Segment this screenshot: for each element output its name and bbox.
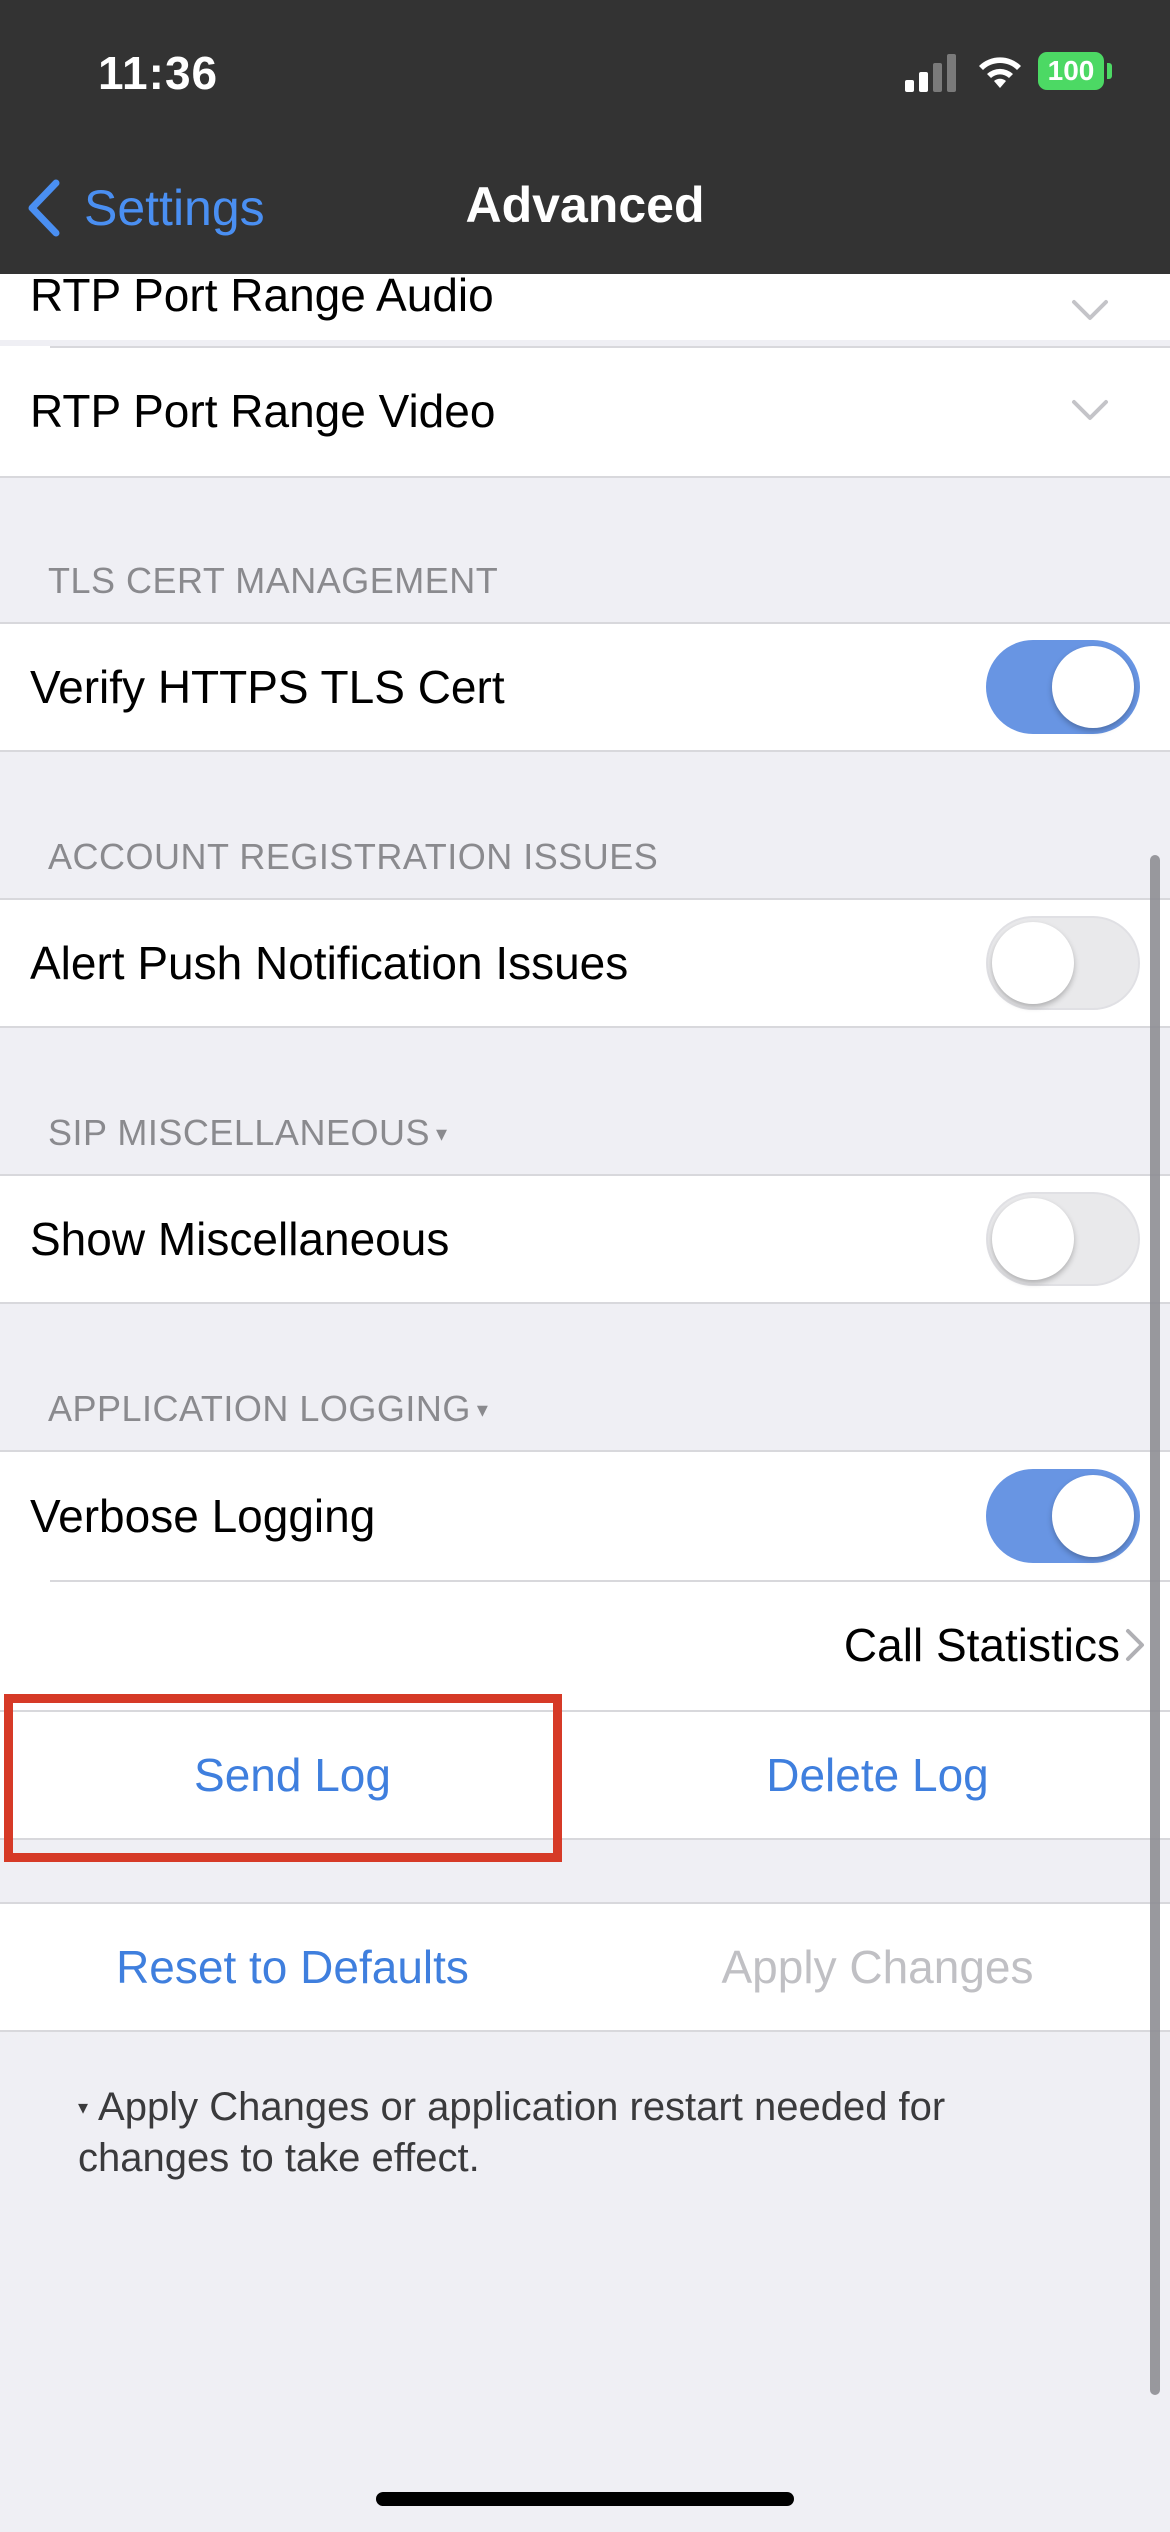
cellular-signal-icon	[905, 54, 957, 92]
toggle-knob	[992, 1198, 1074, 1280]
chevron-down-icon	[1072, 400, 1108, 420]
home-indicator[interactable]	[376, 2492, 794, 2506]
separator	[50, 1580, 1170, 1582]
toggle-knob	[1052, 1475, 1134, 1557]
row-label: RTP Port Range Video	[30, 385, 496, 437]
restart-marker: ▾	[476, 1397, 489, 1422]
row-label: Verbose Logging	[30, 1490, 376, 1542]
toggle-knob	[1052, 646, 1134, 728]
toggle-knob	[992, 922, 1074, 1004]
chevron-down-icon	[1072, 300, 1108, 320]
status-bar: 11:36 100	[0, 0, 1170, 140]
restart-marker: ▾	[78, 2097, 89, 2119]
verbose-logging-toggle[interactable]	[986, 1469, 1140, 1563]
status-time: 11:36	[98, 47, 219, 99]
settings-list[interactable]: RTP Port Range Audio RTP Port Range Vide…	[0, 274, 1170, 2532]
row-rtp-port-range-video[interactable]: RTP Port Range Video	[0, 346, 1170, 478]
scrollbar[interactable]	[1150, 855, 1160, 2395]
section-header-application-logging: APPLICATION LOGGING ▾	[48, 1388, 488, 1430]
battery-tip	[1107, 63, 1112, 79]
verify-tls-toggle[interactable]	[986, 640, 1140, 734]
battery-icon: 100	[1038, 52, 1104, 90]
row-rtp-port-range-audio[interactable]: RTP Port Range Audio	[0, 274, 1170, 340]
row-alert-push-notification-issues[interactable]: Alert Push Notification Issues	[0, 898, 1170, 1028]
section-title: SIP MISCELLANEOUS	[48, 1112, 430, 1153]
show-miscellaneous-toggle[interactable]	[986, 1192, 1140, 1286]
page-title: Advanced	[465, 177, 705, 233]
row-label: RTP Port Range Audio	[30, 274, 494, 321]
chevron-right-icon	[1126, 1629, 1144, 1661]
row-reset-apply: Reset to Defaults Apply Changes	[0, 1902, 1170, 2032]
row-call-statistics[interactable]: Call Statistics	[0, 1580, 1170, 1710]
section-header-account-registration: ACCOUNT REGISTRATION ISSUES	[48, 836, 659, 877]
restart-marker: ▾	[435, 1121, 448, 1146]
section-title: APPLICATION LOGGING	[48, 1388, 471, 1429]
footer-note-text: Apply Changes or application restart nee…	[78, 2085, 946, 2180]
row-label: Show Miscellaneous	[30, 1213, 450, 1265]
row-label: Verify HTTPS TLS Cert	[30, 661, 505, 713]
separator	[50, 346, 1170, 348]
call-statistics-label: Call Statistics	[843, 1619, 1120, 1671]
wifi-icon	[979, 57, 1021, 88]
footer-note: ▾ Apply Changes or application restart ne…	[78, 2082, 1078, 2183]
reset-to-defaults-button[interactable]: Reset to Defaults	[0, 1940, 585, 1994]
navigation-bar: Settings Advanced	[0, 140, 1170, 274]
row-show-miscellaneous[interactable]: Show Miscellaneous	[0, 1174, 1170, 1304]
section-header-sip-miscellaneous: SIP MISCELLANEOUS ▾	[48, 1112, 448, 1154]
row-verify-https-tls-cert[interactable]: Verify HTTPS TLS Cert	[0, 622, 1170, 752]
row-verbose-logging[interactable]: Verbose Logging	[0, 1450, 1170, 1580]
row-log-actions: Send Log Delete Log	[0, 1710, 1170, 1840]
delete-log-button[interactable]: Delete Log	[585, 1748, 1170, 1802]
section-header-tls: TLS CERT MANAGEMENT	[48, 560, 499, 601]
send-log-button[interactable]: Send Log	[0, 1748, 585, 1802]
row-label: Alert Push Notification Issues	[30, 937, 629, 989]
alert-push-toggle[interactable]	[986, 916, 1140, 1010]
apply-changes-button[interactable]: Apply Changes	[585, 1940, 1170, 1994]
